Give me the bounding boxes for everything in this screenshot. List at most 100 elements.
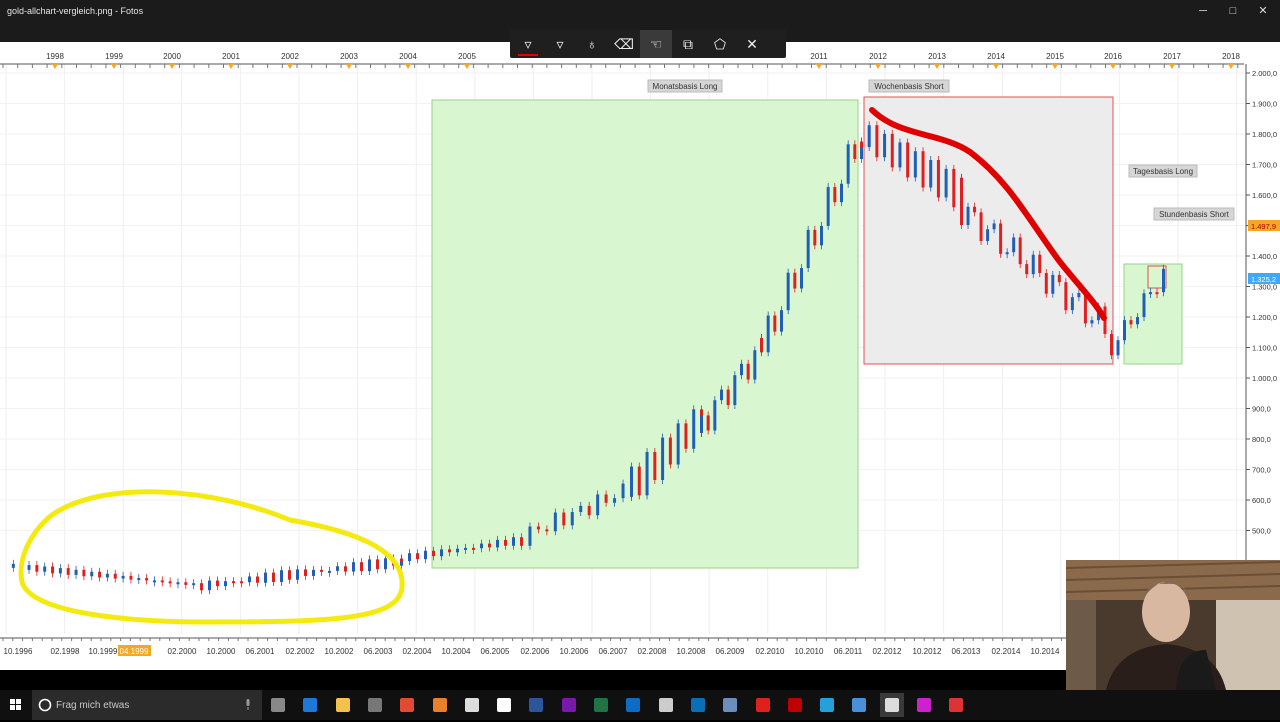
webcam-overlay (1066, 560, 1280, 690)
candle-body (906, 142, 910, 178)
candle-body (74, 569, 78, 575)
candle-body (890, 133, 894, 168)
photos-icon[interactable] (879, 693, 904, 717)
candle-body (280, 570, 283, 583)
notepad-icon[interactable] (460, 693, 484, 717)
remote-desktop-icon[interactable] (686, 693, 710, 717)
candle-body (376, 559, 379, 570)
candle-body (692, 409, 696, 449)
candle-body (668, 437, 672, 465)
price-label: 1.200,0 (1252, 313, 1277, 322)
year-marker (228, 64, 234, 69)
minimize-button[interactable]: ─ (1188, 3, 1218, 19)
ballpoint-pen-icon[interactable]: ▿ (512, 30, 544, 58)
bottom-date-label: 02.2010 (756, 647, 785, 656)
candle-body (760, 337, 763, 353)
firefox-icon[interactable] (428, 693, 452, 717)
candle-body (793, 272, 797, 289)
marked-price-label: 1.325,2 (1251, 275, 1276, 284)
touch-write-icon[interactable]: ☜ (640, 30, 672, 58)
pencil-icon[interactable]: ▿ (544, 30, 576, 58)
candle-body (921, 151, 925, 188)
window-titlebar: gold-allchart-vergleich.png - Fotos ─ □ … (0, 0, 1280, 22)
app-icon[interactable] (847, 693, 871, 717)
candle-body (137, 578, 141, 581)
candle-body (720, 389, 723, 401)
home-icon[interactable] (492, 693, 516, 717)
monthly-long-zone (431, 99, 859, 569)
task-view-icon[interactable] (266, 693, 290, 717)
chrome-icon[interactable] (395, 693, 419, 717)
candle-body (408, 553, 411, 562)
candle-body (1116, 340, 1120, 356)
candle-body (1155, 292, 1159, 295)
app-icon-2[interactable] (912, 693, 936, 717)
teamviewer-icon[interactable] (621, 693, 645, 717)
file-explorer-icon[interactable] (331, 693, 355, 717)
photoshop-icon[interactable] (815, 693, 839, 717)
bottom-date-label: 06.2009 (716, 647, 745, 656)
candle-body (216, 580, 219, 587)
search-placeholder: Frag mich etwas (56, 700, 130, 711)
edge-icon[interactable] (298, 693, 322, 717)
year-marker (287, 64, 293, 69)
candle-body (168, 581, 172, 584)
bottom-date-label: 10.2010 (795, 647, 824, 656)
microphone-icon[interactable] (244, 699, 252, 711)
close-window-button[interactable]: ✕ (1248, 3, 1278, 19)
candle-body (368, 559, 371, 572)
opera-icon[interactable] (751, 693, 775, 717)
bottom-date-label: 02.2004 (403, 647, 432, 656)
candle-body (1031, 254, 1035, 275)
copy-icon[interactable]: ⧉ (672, 30, 704, 58)
excel-icon[interactable] (589, 693, 613, 717)
top-year-label: 2011 (810, 52, 828, 61)
candle-body (456, 548, 459, 553)
candle-body (1025, 264, 1029, 275)
candle-body (875, 125, 879, 158)
pen-color-indicator (518, 54, 538, 56)
candle-body (512, 537, 515, 546)
year-marker (169, 64, 175, 69)
price-label: 1.100,0 (1252, 344, 1277, 353)
bottom-date-label: 10.2006 (560, 647, 589, 656)
close-icon[interactable]: ✕ (736, 30, 768, 58)
candle-body (344, 566, 347, 572)
ink-toolbar: ▿ ▿ ♁ ⌫ ☜ ⧉ ⬠ ✕ (510, 30, 786, 58)
highlighter-icon[interactable]: ♁ (576, 30, 608, 58)
candle-body (440, 549, 443, 557)
candle-body (766, 315, 770, 353)
word-icon[interactable] (524, 693, 548, 717)
top-year-label: 2015 (1046, 52, 1064, 61)
candle-body (786, 272, 790, 311)
candle-body (90, 571, 94, 577)
app-icon-3[interactable] (944, 693, 968, 717)
candle-body (929, 160, 933, 188)
top-year-label: 2018 (1222, 52, 1240, 61)
onenote-icon[interactable] (557, 693, 581, 717)
price-label: 800,0 (1252, 435, 1271, 444)
eraser-icon[interactable]: ⌫ (608, 30, 640, 58)
year-marker (405, 64, 411, 69)
store-icon[interactable] (363, 693, 387, 717)
year-marker (1169, 64, 1175, 69)
bottom-date-label: 10.1999 (89, 647, 118, 656)
candle-body (570, 512, 574, 526)
settings-icon[interactable] (654, 693, 678, 717)
price-label: 1.400,0 (1252, 252, 1277, 261)
candle-body (432, 550, 435, 557)
virtualbox-icon[interactable] (718, 693, 742, 717)
year-marker (111, 64, 117, 69)
candle-body (1018, 237, 1022, 265)
maximize-button[interactable]: □ (1218, 3, 1248, 19)
candle-body (416, 553, 419, 560)
candle-body (1110, 342, 1113, 356)
start-button[interactable] (4, 693, 28, 717)
candle-body (999, 223, 1003, 254)
top-year-label: 2001 (222, 52, 240, 61)
crop-icon[interactable]: ⬠ (704, 30, 736, 58)
year-marker (816, 64, 822, 69)
cortana-search-box[interactable]: Frag mich etwas (32, 690, 262, 720)
filezilla-icon[interactable] (783, 693, 807, 717)
top-year-label: 2014 (987, 52, 1005, 61)
